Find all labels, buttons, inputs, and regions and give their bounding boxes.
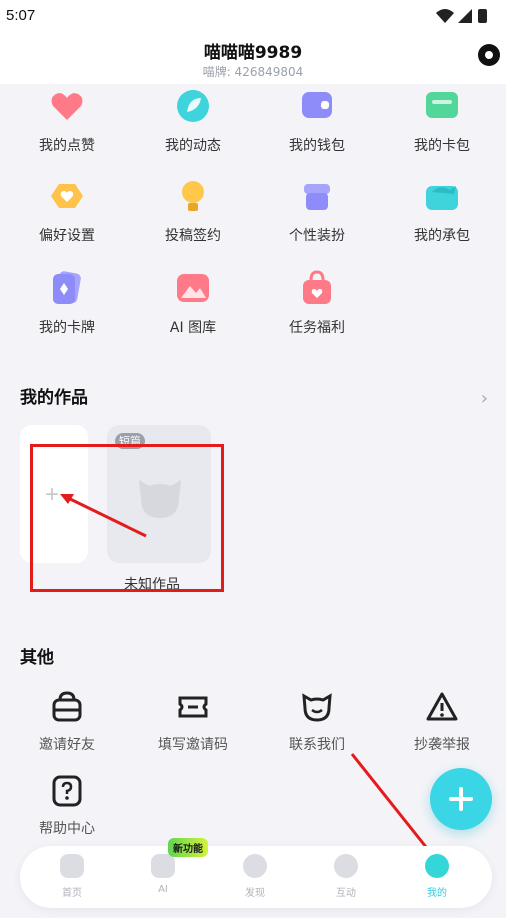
username: 喵喵喵9989: [203, 43, 303, 63]
other-section-title: 其他: [20, 648, 54, 668]
new-feature-badge: 新功能: [168, 838, 208, 857]
other-item-label: 帮助中心: [39, 821, 95, 837]
menu-item-label: AI 图库: [169, 320, 217, 336]
work-title: 未知作品: [124, 577, 180, 593]
chevron-right-icon[interactable]: ›: [481, 388, 488, 409]
gift-bag-icon: [297, 268, 337, 308]
tab-label: 首页: [62, 888, 82, 899]
status-bar: 5:07: [0, 0, 506, 32]
other-item-label: 抄袭举报: [414, 737, 470, 753]
help-icon: [50, 774, 84, 808]
discover-icon: [243, 854, 267, 878]
create-work-card[interactable]: +: [20, 425, 88, 563]
menu-item-ai-gallery[interactable]: AI 图库: [148, 268, 238, 337]
other-item-label: 填写邀请码: [158, 737, 228, 753]
heart-icon: [47, 86, 87, 126]
status-time: 5:07: [6, 7, 36, 24]
menu-item-preferences[interactable]: 偏好设置: [22, 176, 112, 245]
invite-icon: [50, 690, 84, 724]
menu-item-decoration[interactable]: 个性装扮: [272, 176, 362, 245]
tab-label: 我的: [427, 888, 447, 899]
menu-item-label: 个性装扮: [289, 228, 345, 244]
menu-item-label: 我的钱包: [289, 138, 345, 154]
ticket-icon: [176, 690, 210, 724]
tab-interact[interactable]: 互动: [316, 854, 376, 899]
cat-placeholder-icon: [139, 480, 181, 518]
other-item-help-center[interactable]: 帮助中心: [22, 774, 112, 838]
other-item-label: 联系我们: [289, 737, 345, 753]
lightbulb-icon: [173, 176, 213, 216]
menu-item-label: 我的动态: [165, 138, 221, 154]
profile-icon: [425, 854, 449, 878]
profile-header: 喵喵喵9989 喵牌: 426849804: [0, 32, 506, 84]
fish-icon: [422, 176, 462, 216]
menu-item-submission[interactable]: 投稿签约: [148, 176, 238, 245]
menu-item-label: 偏好设置: [39, 228, 95, 244]
status-icons: [436, 9, 487, 23]
tab-ai[interactable]: AI: [133, 854, 193, 895]
shop-icon: [297, 176, 337, 216]
other-item-report[interactable]: 抄袭举报: [397, 690, 487, 754]
work-card[interactable]: 短篇: [107, 425, 211, 563]
menu-item-task-rewards[interactable]: 任务福利: [272, 268, 362, 337]
menu-item-likes[interactable]: 我的点赞: [22, 86, 112, 155]
home-icon: [60, 854, 84, 878]
leaf-icon: [173, 86, 213, 126]
menu-item-label: 投稿签约: [165, 228, 221, 244]
wallet-icon: [297, 86, 337, 126]
work-tag-badge: 短篇: [115, 433, 145, 449]
menu-item-contract[interactable]: 我的承包: [397, 176, 487, 245]
chat-icon: [334, 854, 358, 878]
menu-item-label: 我的卡包: [414, 138, 470, 154]
bottom-tab-bar: 首页 AI 发现 互动 我的: [20, 846, 492, 908]
other-item-label: 邀请好友: [39, 737, 95, 753]
other-item-invite[interactable]: 邀请好友: [22, 690, 112, 754]
menu-item-label: 我的卡牌: [39, 320, 95, 336]
menu-item-label: 我的点赞: [39, 138, 95, 154]
menu-item-my-cards[interactable]: 我的卡牌: [22, 268, 112, 337]
menu-item-card-holder[interactable]: 我的卡包: [397, 86, 487, 155]
battery-icon: [478, 9, 487, 23]
user-id: 喵牌: 426849804: [202, 65, 304, 79]
tab-profile[interactable]: 我的: [407, 854, 467, 899]
menu-item-posts[interactable]: 我的动态: [148, 86, 238, 155]
tab-home[interactable]: 首页: [42, 854, 102, 899]
create-fab-button[interactable]: [430, 768, 492, 830]
cat-face-icon: [300, 690, 334, 724]
tab-label: 发现: [245, 888, 265, 899]
wifi-icon: [436, 9, 454, 23]
menu-item-label: 任务福利: [289, 320, 345, 336]
settings-gear-icon[interactable]: [478, 44, 500, 66]
tab-label: AI: [158, 884, 168, 895]
other-item-contact-us[interactable]: 联系我们: [272, 690, 362, 754]
gallery-icon: [173, 268, 213, 308]
plus-icon: +: [45, 481, 60, 508]
cards-icon: [47, 268, 87, 308]
menu-item-label: 我的承包: [414, 228, 470, 244]
warning-icon: [425, 690, 459, 724]
tab-discover[interactable]: 发现: [225, 854, 285, 899]
works-section-title: 我的作品: [20, 388, 88, 408]
tab-label: 互动: [336, 888, 356, 899]
other-item-invite-code[interactable]: 填写邀请码: [148, 690, 238, 754]
annotation-arrow: [350, 753, 432, 853]
menu-item-wallet[interactable]: 我的钱包: [272, 86, 362, 155]
ai-icon: [151, 854, 175, 878]
preference-icon: [47, 176, 87, 216]
card-holder-icon: [422, 86, 462, 126]
signal-icon: [458, 9, 472, 23]
